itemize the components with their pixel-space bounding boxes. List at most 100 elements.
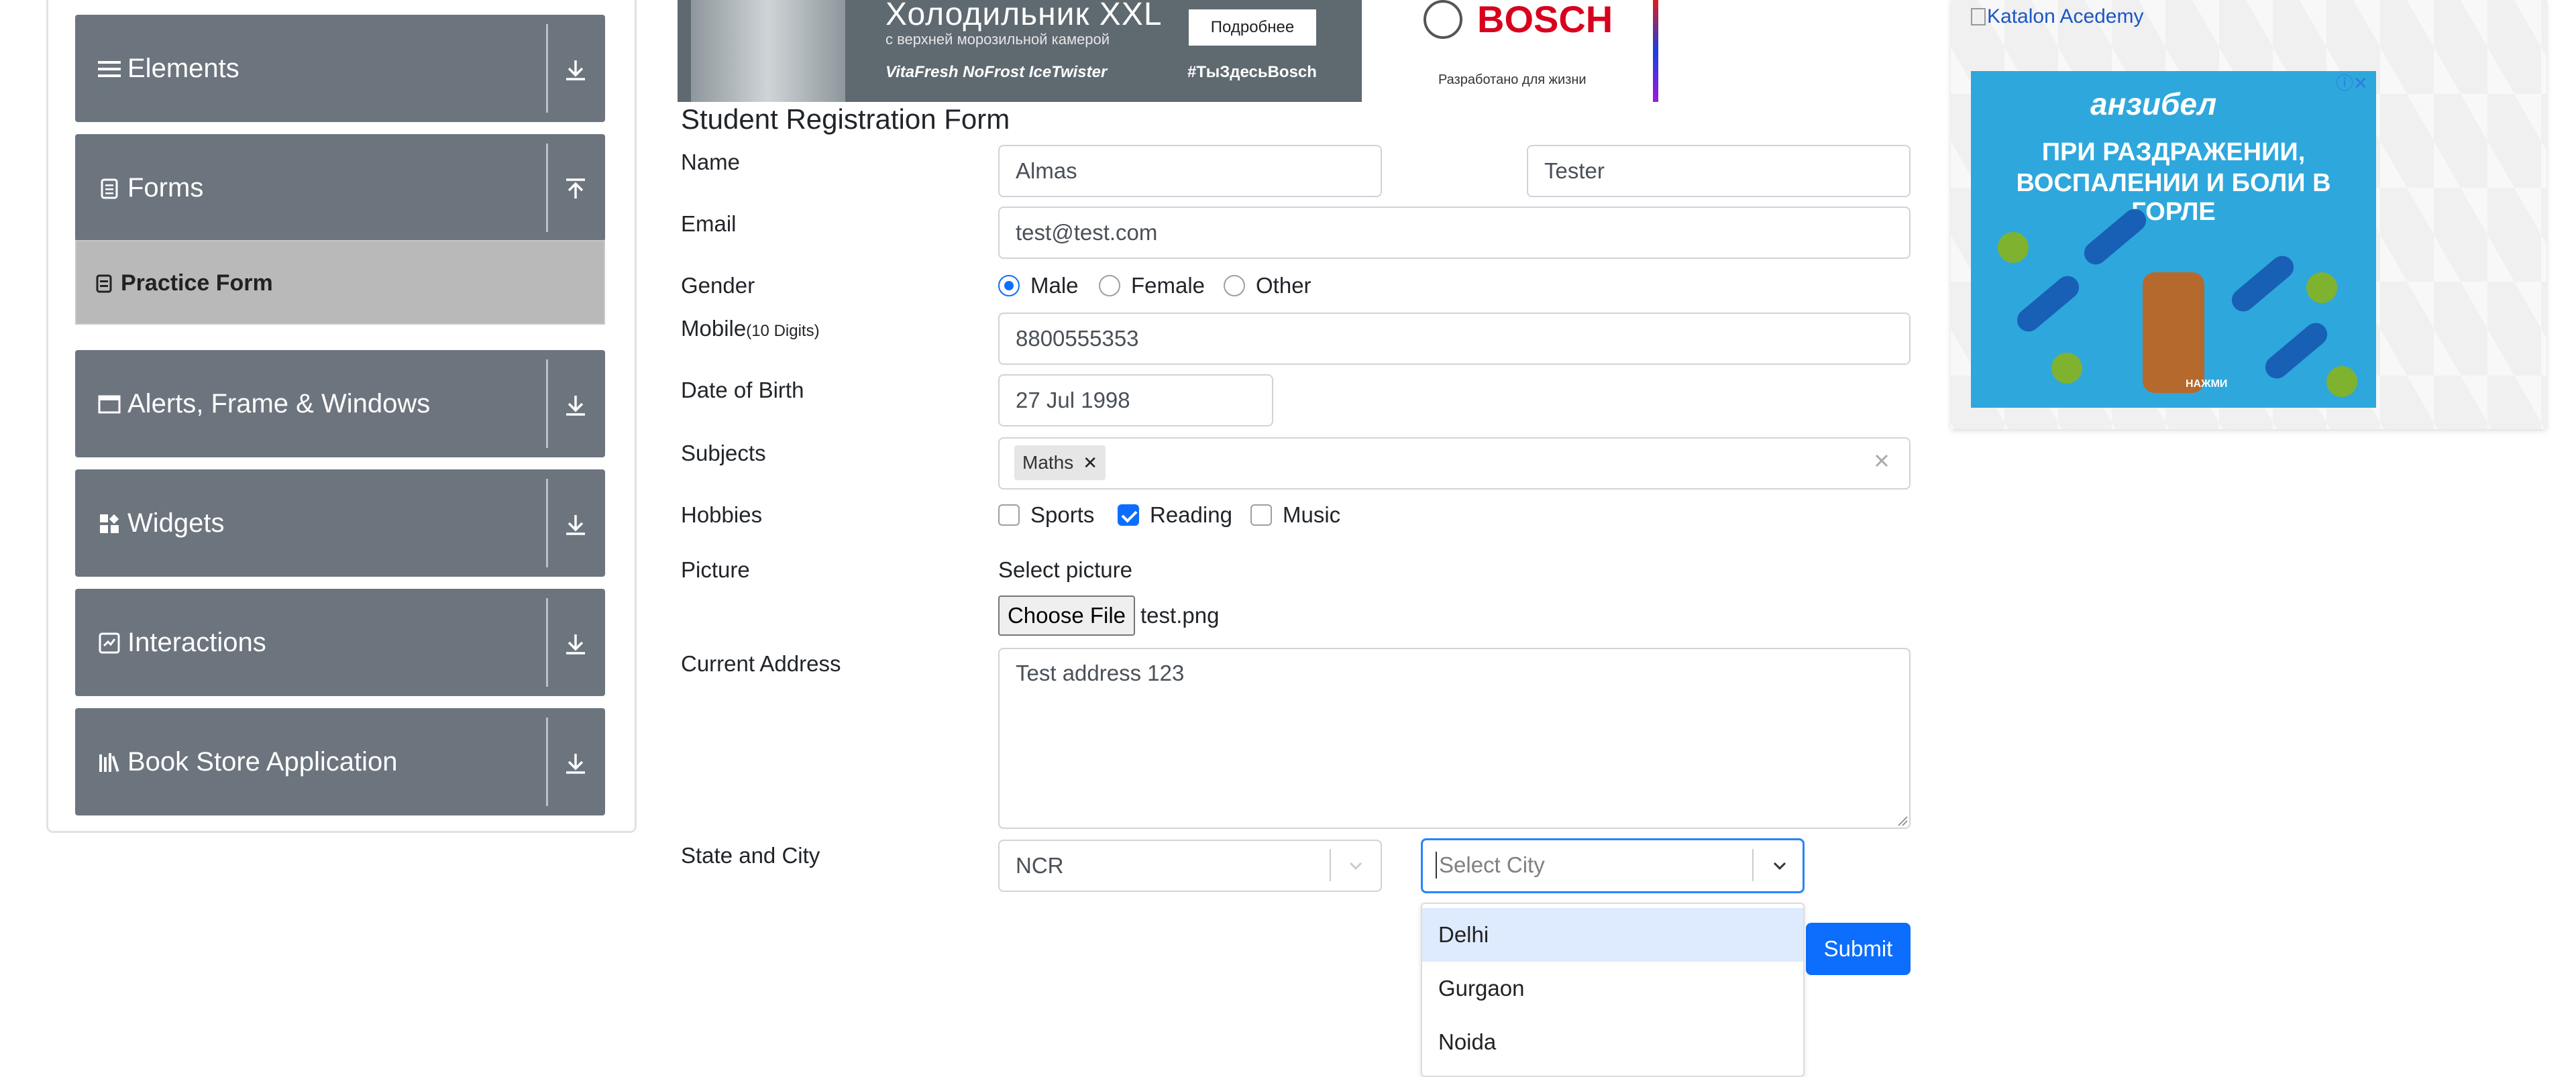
sidebar-group-forms[interactable]: Forms <box>75 134 605 241</box>
choose-file-button[interactable]: Choose File <box>998 596 1135 636</box>
page-title: Student Registration Form <box>681 103 1010 135</box>
name-label: Name <box>681 150 741 174</box>
subject-chip-label: Maths <box>1022 452 1074 473</box>
state-city-label: State and City <box>681 843 820 868</box>
ad-subtitle: с верхней морозильной камерой <box>885 31 1110 48</box>
gender-other-radio[interactable] <box>1224 275 1245 296</box>
pill-graphic <box>2012 271 2084 337</box>
ad-more-button[interactable]: Подробнее <box>1189 9 1316 46</box>
group-divider <box>546 479 548 567</box>
mobile-hint: (10 Digits) <box>746 322 820 340</box>
ad-press-label: НАЖМИ <box>2186 378 2228 390</box>
state-select[interactable]: NCR <box>998 840 1382 892</box>
ad-headline-1: ПРИ РАЗДРАЖЕНИИ, <box>2041 138 2306 166</box>
city-select[interactable]: Select City <box>1421 838 1805 893</box>
gender-label: Gender <box>681 273 755 298</box>
sidebar-group-interactions[interactable]: Interactions <box>75 589 605 696</box>
subjects-label: Subjects <box>681 441 766 465</box>
virus-graphic <box>2306 272 2337 303</box>
group-divider <box>546 24 548 113</box>
mobile-input[interactable]: 8800555353 <box>998 313 1911 365</box>
virus-graphic <box>2326 366 2357 397</box>
sidebar-item-practice-form[interactable]: Practice Form <box>75 240 605 325</box>
download-arrow-icon[interactable] <box>562 56 589 83</box>
ad-choices-icon[interactable]: ⓘ✕ <box>2336 70 2368 95</box>
virus-graphic <box>1998 232 2029 263</box>
download-arrow-icon[interactable] <box>562 750 589 777</box>
download-arrow-icon[interactable] <box>562 392 589 418</box>
select-picture-label: Select picture <box>998 557 1132 582</box>
sidebar-group-alerts[interactable]: Alerts, Frame & Windows <box>75 350 605 457</box>
katalon-link-text[interactable]: Katalon Acedemy <box>1987 5 2143 27</box>
throat-spray-ad[interactable]: анзибел ПРИ РАЗДРАЖЕНИИ, ВОСПАЛЕНИИ И БО… <box>1971 71 2376 408</box>
katalon-academy-link[interactable]: Katalon Acedemy <box>1971 5 2143 28</box>
gender-option-label[interactable]: Male <box>1030 271 1079 300</box>
ad-brand: BOSCH <box>1477 0 1613 40</box>
clear-subjects-icon[interactable] <box>1873 452 1890 469</box>
hobby-label[interactable]: Reading <box>1150 500 1232 530</box>
hobbies-label: Hobbies <box>681 502 763 527</box>
sidebar-group-book-store[interactable]: Book Store Application <box>75 708 605 815</box>
city-dropdown-menu: Delhi Gurgaon Noida <box>1421 903 1805 1077</box>
dob-input[interactable]: 27 Jul 1998 <box>998 374 1273 427</box>
download-arrow-icon[interactable] <box>562 630 589 657</box>
group-divider <box>546 359 548 448</box>
fridge-image <box>691 0 845 102</box>
ad-headline-2: ВОСПАЛЕНИИ И БОЛИ В ГОРЛЕ <box>2016 169 2331 226</box>
spray-bottle-graphic <box>2143 272 2204 393</box>
bosch-ad[interactable]: BOSCH Разработано для жизни <box>1362 0 1658 102</box>
gender-option-label[interactable]: Other <box>1256 271 1311 300</box>
broken-image-icon <box>1971 8 1986 25</box>
group-divider <box>546 144 548 232</box>
submit-button[interactable]: Submit <box>1806 923 1911 975</box>
download-arrow-icon[interactable] <box>562 511 589 538</box>
ad-features: VitaFresh NoFrost IceTwister <box>885 63 1108 81</box>
dob-label: Date of Birth <box>681 378 804 402</box>
window-icon <box>98 393 121 416</box>
current-address-textarea[interactable]: Test address 123 <box>998 648 1911 829</box>
chevron-down-icon[interactable] <box>1344 854 1367 877</box>
sidebar-group-label: Interactions <box>127 628 266 657</box>
hobby-reading-checkbox[interactable] <box>1118 504 1139 526</box>
gender-male-radio[interactable] <box>998 275 1020 296</box>
city-option-gurgaon[interactable]: Gurgaon <box>1422 962 1803 1015</box>
hobby-label[interactable]: Sports <box>1030 500 1094 530</box>
upload-arrow-icon[interactable] <box>562 176 589 203</box>
ad-hashtag: #ТыЗдесьBosch <box>1187 63 1317 81</box>
sidebar-group-widgets[interactable]: Widgets <box>75 469 605 577</box>
sidebar-group-label: Book Store Application <box>127 747 398 777</box>
city-placeholder: Select City <box>1439 852 1545 877</box>
file-name: test.png <box>1140 603 1220 628</box>
first-name-input[interactable]: Almas <box>998 145 1382 197</box>
sidebar-group-label: Widgets <box>127 508 225 538</box>
resize-handle-icon[interactable] <box>1896 814 1908 826</box>
sidebar-group-label: Elements <box>127 54 239 83</box>
mobile-label: Mobile(10 Digits) <box>681 314 820 346</box>
hobby-sports-checkbox[interactable] <box>998 504 1020 526</box>
text-cursor <box>1436 852 1437 878</box>
select-separator <box>1330 849 1331 881</box>
form-icon <box>96 274 112 293</box>
email-label: Email <box>681 211 737 236</box>
pill-graphic <box>2260 318 2332 384</box>
remove-chip-icon[interactable]: ✕ <box>1083 453 1097 473</box>
sidebar-group-elements[interactable]: Elements <box>75 15 605 122</box>
pill-graphic <box>2226 251 2299 317</box>
ad-slogan: Разработано для жизни <box>1438 72 1587 87</box>
group-divider <box>546 718 548 806</box>
subjects-input[interactable] <box>998 437 1911 490</box>
email-input[interactable]: test@test.com <box>998 207 1911 259</box>
ad-brand: анзибел <box>2090 87 2217 121</box>
last-name-input[interactable]: Tester <box>1527 145 1911 197</box>
fridge-banner-ad[interactable]: Холодильник XXL с верхней морозильной ка… <box>678 0 1362 102</box>
group-divider <box>546 598 548 687</box>
city-option-noida[interactable]: Noida <box>1422 1015 1803 1069</box>
gender-option-label[interactable]: Female <box>1131 271 1205 300</box>
widgets-icon <box>98 512 121 535</box>
hobby-music-checkbox[interactable] <box>1250 504 1272 526</box>
chevron-down-icon[interactable] <box>1768 854 1791 877</box>
gender-female-radio[interactable] <box>1099 275 1120 296</box>
ad-title: Холодильник XXL <box>885 0 1163 32</box>
city-option-delhi[interactable]: Delhi <box>1422 908 1803 962</box>
hobby-label[interactable]: Music <box>1283 500 1340 530</box>
